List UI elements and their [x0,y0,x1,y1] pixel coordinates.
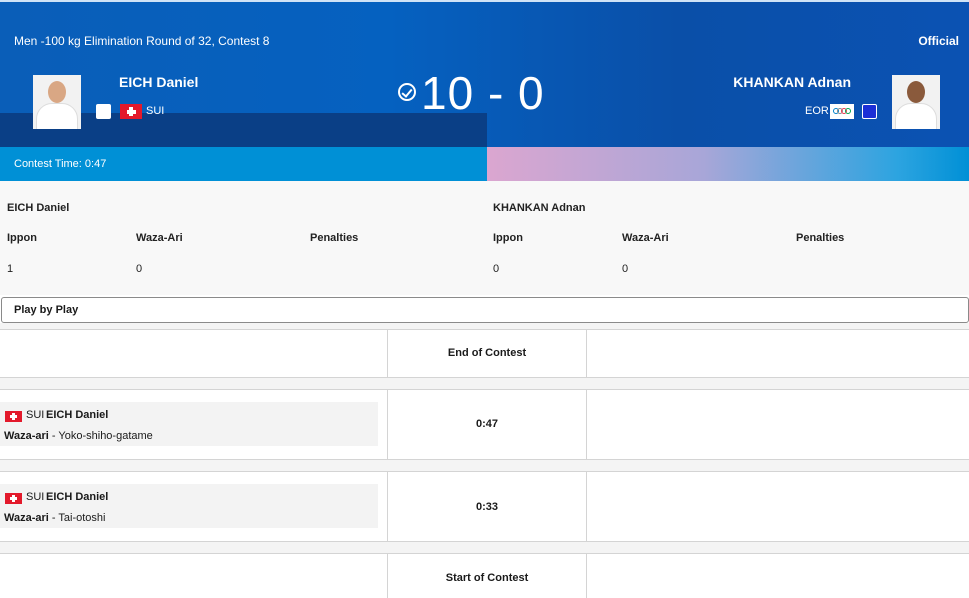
avatar-right-athlete [892,75,940,129]
olympic-rings-flag-icon [830,104,854,119]
stats-right-wazaari-label: Waza-Ari [622,232,669,244]
end-of-contest-label: End of Contest [447,347,527,359]
table-row-end-of-contest: End of Contest [0,329,969,378]
column-divider [586,472,587,541]
event-description: Waza-ari - Yoko-shiho-gatame [4,430,153,442]
table-row: SUI EICH Daniel Waza-ari - Tai-otoshi 0:… [0,471,969,542]
event-noc: SUI [26,409,45,421]
ring-icon [845,108,851,114]
event-score-type: Waza-ari [4,512,49,524]
avatar-body [36,103,78,129]
noc-left: SUI [146,105,165,117]
table-row: SUI EICH Daniel Waza-ari - Yoko-shiho-ga… [0,389,969,460]
athlete-name-left: EICH Daniel [119,74,199,90]
event-time: 0:33 [475,501,499,513]
event-athlete: EICH Daniel [46,491,109,503]
header-top-line [0,0,969,2]
contest-time: Contest Time: 0:47 [14,158,107,170]
table-row-start-of-contest: Start of Contest [0,553,969,598]
event-noc: SUI [26,491,45,503]
stats-left-ippon-label: Ippon [7,232,37,244]
stats-right-penalties-label: Penalties [796,232,845,244]
header-bottom-strip [0,147,969,181]
event-technique: - Tai-otoshi [48,512,106,524]
white-judogi-indicator [96,104,111,119]
row-gap [0,378,969,389]
event-time: 0:47 [475,418,499,430]
event-entry: SUI EICH Daniel Waza-ari - Yoko-shiho-ga… [0,402,378,446]
play-by-play-tab[interactable]: Play by Play [1,297,969,323]
event-entry: SUI EICH Daniel Waza-ari - Tai-otoshi [0,484,378,528]
avatar-body [895,103,937,129]
score: 10 - 0 [421,67,545,119]
avatar-head [907,81,925,103]
row-gap [0,460,969,471]
column-divider [586,330,587,377]
stats-left-wazaari-label: Waza-Ari [136,232,183,244]
stats-right-ippon: 0 [493,263,500,275]
start-of-contest-label: Start of Contest [445,572,529,584]
stats-left-name: EICH Daniel [7,202,70,214]
athlete-name-right: KHANKAN Adnan [733,74,851,90]
switzerland-flag-icon [5,411,22,422]
status-badge: Official [918,34,959,48]
avatar-left-athlete [33,75,81,129]
stats-left-wazaari: 0 [136,263,143,275]
header-bottom-right [487,147,969,181]
contest-header: Men -100 kg Elimination Round of 32, Con… [0,0,969,181]
stats-right-ippon-label: Ippon [493,232,523,244]
stats-right-name: KHANKAN Adnan [493,202,586,214]
contest-title: Men -100 kg Elimination Round of 32, Con… [14,34,270,48]
avatar-head [48,81,66,103]
event-score-type: Waza-ari [4,430,49,442]
switzerland-flag-icon [5,493,22,504]
column-divider [586,554,587,598]
stats-left-ippon: 1 [7,263,14,275]
column-divider [586,390,587,459]
stats-right-wazaari: 0 [622,263,629,275]
check-circle-icon [398,83,416,101]
stats-left-penalties-label: Penalties [310,232,359,244]
event-athlete: EICH Daniel [46,409,109,421]
noc-right: EOR [805,105,829,117]
event-description: Waza-ari - Tai-otoshi [4,512,105,524]
play-by-play-label: Play by Play [14,304,79,316]
switzerland-flag-icon [120,104,142,119]
blue-judogi-indicator [862,104,877,119]
event-technique: - Yoko-shiho-gatame [48,430,153,442]
score-summary: EICH Daniel Ippon Waza-Ari Penalties 1 0… [0,181,969,295]
row-gap [0,542,969,553]
